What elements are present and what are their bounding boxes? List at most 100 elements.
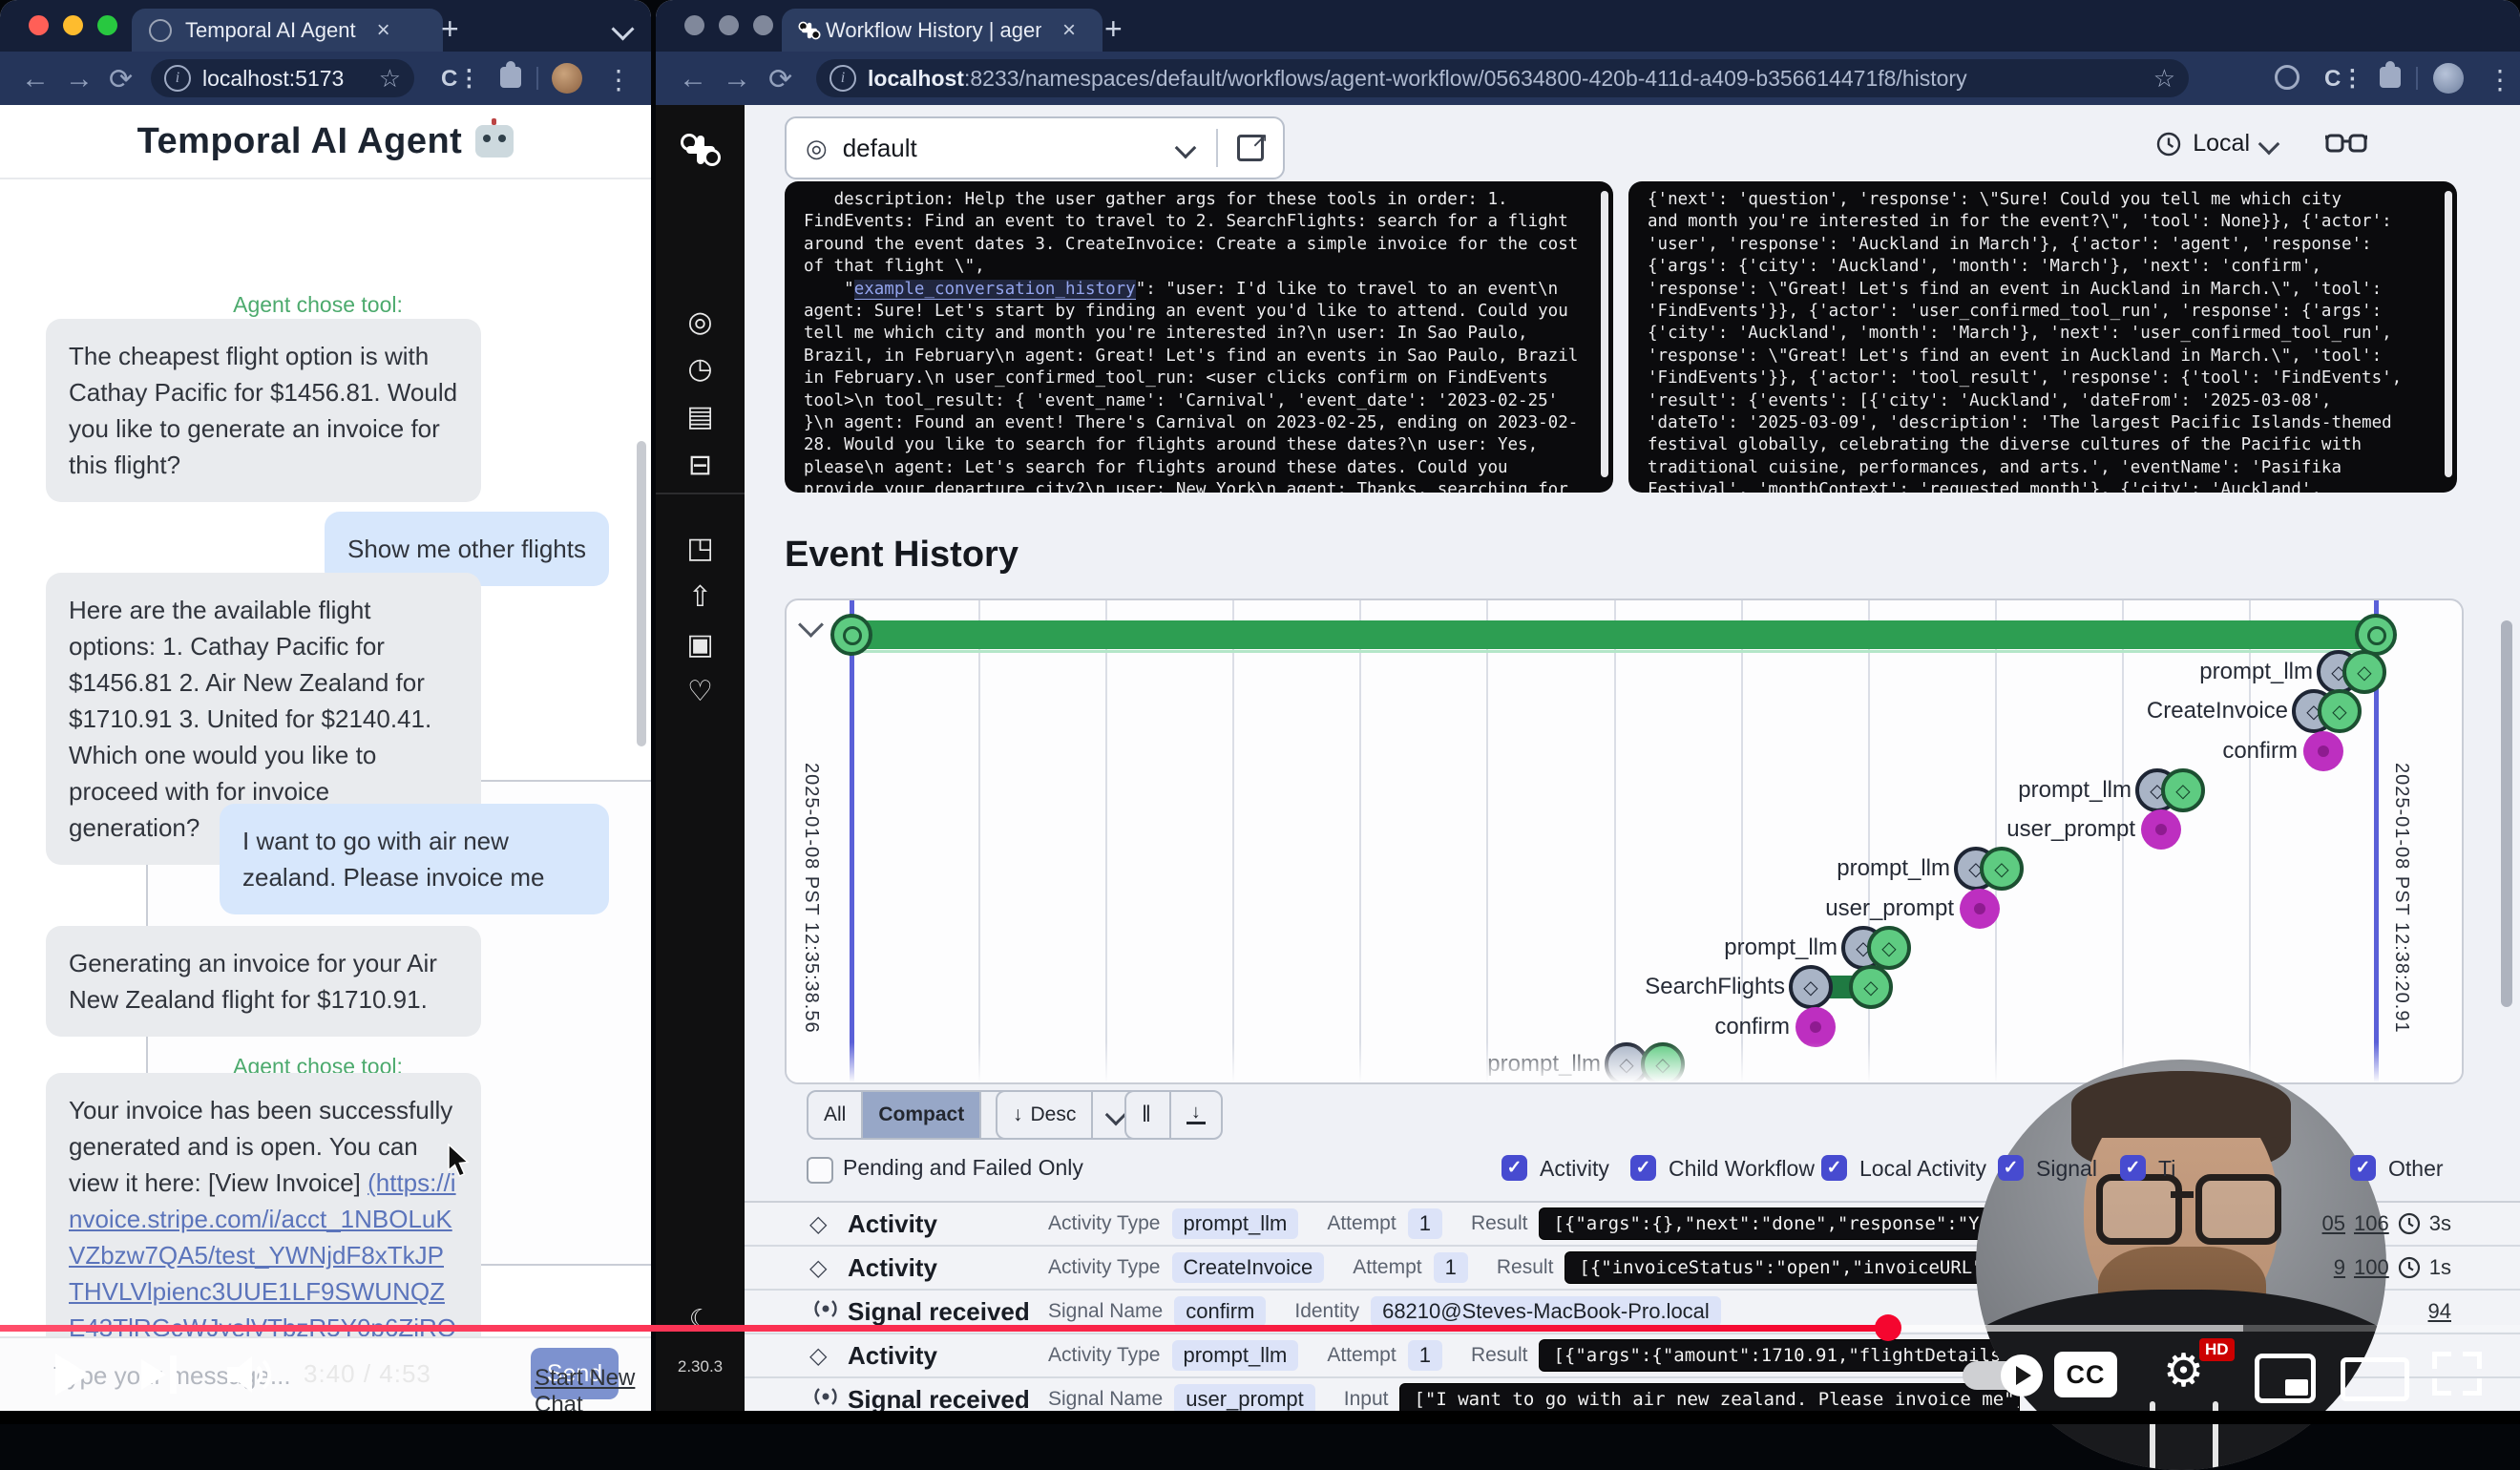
- workflow-result-json[interactable]: {'next': 'question', 'response': \"Sure!…: [1628, 181, 2457, 493]
- activity-completed-marker-icon[interactable]: ◇: [2342, 650, 2386, 694]
- labs-glasses-icon[interactable]: [2325, 130, 2367, 158]
- settings-gear-icon[interactable]: ⚙: [2163, 1344, 2204, 1397]
- workflow-span-bar[interactable]: [851, 620, 2376, 649]
- filter-checkbox-other[interactable]: ✓: [2350, 1155, 2376, 1181]
- browser-menu-icon[interactable]: ⋮: [605, 64, 632, 95]
- filter-checkbox-child-workflow[interactable]: ✓: [1630, 1155, 1656, 1181]
- close-window-button[interactable]: [29, 15, 49, 35]
- profile-avatar[interactable]: [552, 63, 582, 94]
- address-bar[interactable]: i localhost:5173 ☆: [151, 59, 414, 97]
- sidebar-item-heart-icon[interactable]: ♡: [656, 675, 745, 708]
- filter-checkbox-signal[interactable]: ✓: [1998, 1155, 2024, 1181]
- signal-marker-icon[interactable]: [1796, 1007, 1836, 1047]
- reload-icon[interactable]: ⟳: [109, 63, 133, 96]
- window-controls[interactable]: [684, 15, 773, 35]
- sidebar-item-stack-icon[interactable]: ▤: [656, 400, 745, 433]
- forward-icon[interactable]: →: [65, 63, 94, 95]
- extension-c-icon[interactable]: C⋮: [441, 65, 480, 93]
- captions-button[interactable]: CC: [2054, 1352, 2117, 1397]
- sidebar-item-deployments-icon[interactable]: ◳: [656, 532, 745, 565]
- bookmark-star-icon[interactable]: ☆: [379, 64, 401, 94]
- pause-button[interactable]: ‖: [1126, 1092, 1169, 1138]
- window-controls[interactable]: [29, 15, 117, 35]
- timezone-select[interactable]: Local: [2156, 130, 2277, 158]
- event-id-link[interactable]: 100: [2354, 1255, 2389, 1280]
- activity-completed-marker-icon[interactable]: ◇: [1980, 847, 2024, 891]
- sort-desc-button[interactable]: ↓Desc: [998, 1092, 1091, 1138]
- extension-c-icon[interactable]: C⋮: [2324, 65, 2363, 93]
- signal-marker-icon[interactable]: [2141, 809, 2181, 850]
- forward-icon[interactable]: →: [723, 63, 751, 95]
- sidebar-item-feedback-icon[interactable]: ▣: [656, 628, 745, 662]
- filter-checkbox-activity[interactable]: ✓: [1502, 1155, 1527, 1181]
- timeline-gridline: [1614, 600, 1616, 1082]
- address-bar[interactable]: i localhost:8233/namespaces/default/work…: [816, 59, 2189, 97]
- timeline-event-label: prompt_llm: [1837, 855, 1950, 882]
- sidebar-item-archive-icon[interactable]: ⊟: [656, 449, 745, 482]
- miniplayer-button[interactable]: [2255, 1354, 2316, 1403]
- filter-checkbox-ti[interactable]: ✓: [2120, 1155, 2146, 1181]
- view-tab-all[interactable]: All: [808, 1092, 861, 1138]
- namespace-select[interactable]: ◎ default ↗: [785, 116, 1285, 179]
- close-tab-icon[interactable]: ×: [377, 17, 390, 44]
- activity-scheduled-marker-icon[interactable]: ◇: [1789, 965, 1833, 1009]
- sidebar-item-schedules-icon[interactable]: ◷: [656, 352, 745, 386]
- close-window-button[interactable]: [684, 15, 704, 35]
- site-info-icon[interactable]: i: [830, 65, 856, 92]
- profile-avatar[interactable]: [2433, 63, 2464, 94]
- view-tab-compact[interactable]: Compact: [861, 1092, 979, 1138]
- tab-search-chevron-icon[interactable]: [611, 17, 634, 40]
- back-icon[interactable]: ←: [679, 63, 707, 95]
- zoom-window-button[interactable]: [97, 15, 117, 35]
- signal-marker-icon[interactable]: [1960, 889, 2000, 929]
- signal-marker-icon[interactable]: [2303, 731, 2343, 771]
- zoom-window-button[interactable]: [753, 15, 773, 35]
- progress-played: [0, 1325, 1888, 1332]
- minimize-window-button[interactable]: [63, 15, 83, 35]
- chat-scrollbar[interactable]: [637, 441, 646, 746]
- next-button[interactable]: [141, 1359, 166, 1390]
- extensions-puzzle-icon[interactable]: [500, 67, 521, 88]
- bookmark-star-icon[interactable]: ☆: [2153, 64, 2175, 94]
- activity-completed-marker-icon[interactable]: ◇: [1849, 965, 1893, 1009]
- reload-icon[interactable]: ⟳: [768, 63, 792, 96]
- new-tab-button[interactable]: +: [1104, 11, 1123, 47]
- workflow-input-json[interactable]: description: Help the user gather args f…: [785, 181, 1613, 493]
- play-button[interactable]: [55, 1354, 90, 1396]
- back-icon[interactable]: ←: [21, 63, 50, 95]
- fullscreen-button[interactable]: [2432, 1352, 2482, 1396]
- activity-completed-marker-icon[interactable]: ◇: [2161, 768, 2205, 812]
- event-id-link[interactable]: 106: [2354, 1211, 2389, 1236]
- theater-mode-button[interactable]: [2341, 1357, 2409, 1401]
- glasses-bridge: [2171, 1191, 2194, 1198]
- collapse-chevron-icon[interactable]: [798, 612, 824, 638]
- sidebar-item-import-icon[interactable]: ⇧: [656, 580, 745, 614]
- close-tab-icon[interactable]: ×: [1062, 17, 1076, 44]
- activity-completed-marker-icon[interactable]: ◇: [1867, 926, 1911, 970]
- page-scrollbar[interactable]: [2501, 620, 2512, 1007]
- password-manager-icon[interactable]: [2275, 65, 2300, 90]
- download-button[interactable]: ↓: [1169, 1092, 1221, 1138]
- browser-menu-icon[interactable]: ⋮: [2487, 64, 2513, 95]
- timeline-gridline: [978, 600, 980, 1082]
- pending-failed-checkbox[interactable]: [807, 1157, 833, 1184]
- event-history-timeline[interactable]: prompt_llm◇◇CreateInvoice◇◇confirmprompt…: [785, 598, 2464, 1084]
- workflow-start-marker[interactable]: [830, 614, 872, 656]
- minimize-window-button[interactable]: [719, 15, 739, 35]
- sidebar-item-eye-icon[interactable]: ◎: [656, 305, 745, 339]
- tab-temporal-ai-agent[interactable]: Temporal AI Agent ×: [132, 9, 443, 52]
- open-namespace-icon[interactable]: ↗: [1237, 135, 1264, 161]
- activity-completed-marker-icon[interactable]: ◇: [2318, 689, 2362, 733]
- event-id-link[interactable]: 94: [2428, 1299, 2451, 1324]
- new-tab-button[interactable]: +: [441, 11, 459, 47]
- site-info-icon[interactable]: i: [164, 65, 191, 92]
- extensions-puzzle-icon[interactable]: [2380, 67, 2401, 88]
- tab-workflow-history[interactable]: Workflow History | agent-wor ×: [782, 9, 1102, 52]
- timeline-gridline: [1232, 600, 1234, 1082]
- panel-scrollbar[interactable]: [1601, 191, 1608, 477]
- video-progress-bar[interactable]: [0, 1325, 2520, 1332]
- filter-checkbox-local-activity[interactable]: ✓: [1821, 1155, 1847, 1181]
- volume-icon[interactable]: [227, 1354, 277, 1396]
- panel-scrollbar[interactable]: [2445, 191, 2452, 477]
- temporal-logo-icon[interactable]: [656, 132, 745, 176]
